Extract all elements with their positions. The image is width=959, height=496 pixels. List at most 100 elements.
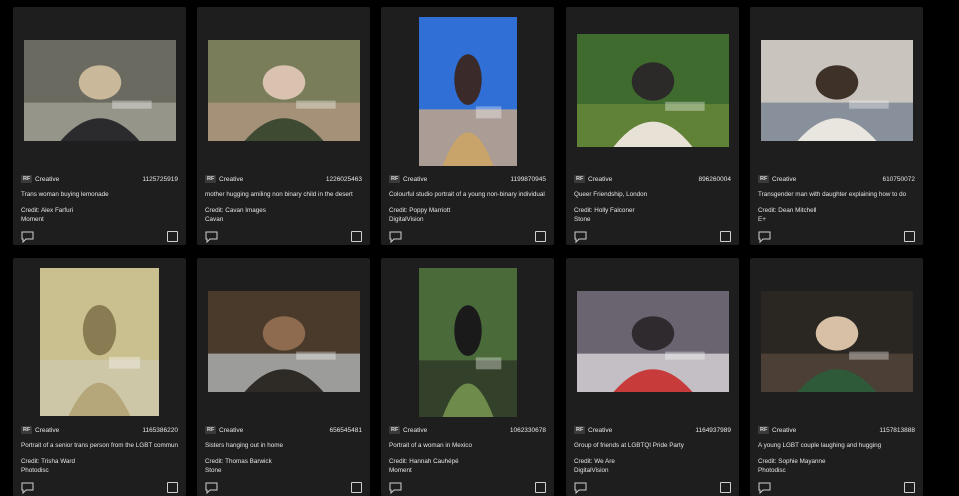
result-meta: RF Creative 896260004 — [574, 174, 731, 186]
select-checkbox[interactable] — [535, 482, 546, 493]
image-caption[interactable]: Group of friends at LGBTQI Pride Party — [574, 442, 731, 449]
result-thumbnail[interactable] — [419, 268, 517, 417]
result-thumbnail[interactable] — [577, 291, 729, 392]
image-caption[interactable]: mother hugging amiling non binary child … — [205, 191, 362, 198]
image-credit: Credit: Thomas Barwick — [205, 458, 272, 465]
result-meta: RF Creative 1164937989 — [574, 425, 731, 437]
comment-icon[interactable] — [205, 230, 218, 244]
result-card[interactable]: RF Creative 1164937989 Group of friends at … — [566, 258, 739, 496]
image-credit: Credit: Holly Falconer — [574, 207, 635, 214]
image-collection: Moment — [21, 216, 44, 223]
image-id: 1165386220 — [142, 427, 178, 434]
select-checkbox[interactable] — [904, 231, 915, 242]
comment-icon[interactable] — [574, 230, 587, 244]
image-caption[interactable]: Colourful studio portrait of a young non… — [389, 191, 546, 198]
license-badge: RF — [205, 175, 217, 183]
comment-icon[interactable] — [205, 481, 218, 495]
image-collection: Photodisc — [21, 467, 49, 474]
select-checkbox[interactable] — [351, 231, 362, 242]
photo-couple-hugging — [761, 291, 913, 392]
result-meta: RF Creative 1199870945 — [389, 174, 546, 186]
license-badge: RF — [21, 175, 33, 183]
result-thumbnail[interactable] — [208, 40, 360, 141]
photo-friends-pride-party — [577, 291, 729, 392]
photo-man-daughter-sofa — [761, 40, 913, 141]
image-id: 610750072 — [882, 176, 915, 183]
image-id: 1062330678 — [509, 427, 546, 434]
result-meta: RF Creative 1125725919 — [21, 174, 178, 186]
result-card[interactable]: RF Creative 1157813888 A young LGBT couple … — [750, 258, 923, 496]
select-checkbox[interactable] — [720, 482, 731, 493]
result-thumbnail[interactable] — [40, 268, 159, 416]
asset-type: Creative — [588, 176, 613, 183]
result-thumbnail[interactable] — [761, 291, 913, 392]
result-thumbnail[interactable] — [577, 34, 729, 147]
asset-type: Creative — [588, 427, 613, 434]
license-badge: RF — [389, 175, 401, 183]
comment-icon[interactable] — [21, 230, 34, 244]
result-card[interactable]: RF Creative 1199870945 Colourful studio por… — [381, 7, 554, 245]
image-caption[interactable]: Queer Friendship, London — [574, 191, 731, 198]
result-thumbnail[interactable] — [24, 40, 176, 141]
result-meta: RF Creative 1157813888 — [758, 425, 915, 437]
result-meta: RF Creative 1226025463 — [205, 174, 362, 186]
result-card[interactable]: RF Creative 896260004 Queer Friendship, Lon… — [566, 7, 739, 245]
asset-type: Creative — [35, 176, 60, 183]
photo-sisters-home-interior — [208, 291, 360, 392]
image-caption[interactable]: Sisters hanging out in home — [205, 442, 362, 449]
license-badge: RF — [758, 175, 770, 183]
result-card[interactable]: RF Creative 610750072 Transgender man with … — [750, 7, 923, 245]
asset-type: Creative — [772, 176, 797, 183]
select-checkbox[interactable] — [351, 482, 362, 493]
image-id: 1226025463 — [325, 176, 362, 183]
select-checkbox[interactable] — [167, 482, 178, 493]
comment-icon[interactable] — [21, 481, 34, 495]
license-badge: RF — [205, 426, 217, 434]
photo-friends-lying-grass — [577, 34, 729, 147]
image-caption[interactable]: Portrait of a senior trans person from t… — [21, 442, 178, 449]
result-card[interactable]: RF Creative 1125725919 Trans woman buying l… — [13, 7, 186, 245]
asset-type: Creative — [219, 427, 244, 434]
select-checkbox[interactable] — [720, 231, 731, 242]
image-credit: Credit: Dean Mitchell — [758, 207, 817, 214]
comment-icon[interactable] — [574, 481, 587, 495]
comment-icon[interactable] — [389, 230, 402, 244]
result-card[interactable]: RF Creative 1165386220 Portrait of a senior… — [13, 258, 186, 496]
image-caption[interactable]: A young LGBT couple laughing and hugging — [758, 442, 915, 449]
comment-icon[interactable] — [389, 481, 402, 495]
image-credit: Credit: Cavan Images — [205, 207, 266, 214]
comment-icon[interactable] — [758, 230, 771, 244]
image-collection: Stone — [205, 467, 222, 474]
image-caption[interactable]: Transgender man with daughter explaining… — [758, 191, 915, 198]
asset-type: Creative — [403, 427, 428, 434]
result-meta: RF Creative 1062330678 — [389, 425, 546, 437]
image-id: 1157813888 — [879, 427, 915, 434]
image-caption[interactable]: Portrait of a woman in Mexico — [389, 442, 546, 449]
select-checkbox[interactable] — [535, 231, 546, 242]
result-thumbnail[interactable] — [208, 291, 360, 392]
image-credit: Credit: Trisha Ward — [21, 458, 76, 465]
asset-type: Creative — [219, 176, 244, 183]
image-caption[interactable]: Trans woman buying lemonade — [21, 191, 178, 198]
result-card[interactable]: RF Creative 656545481 Sisters hanging out i… — [197, 258, 370, 496]
photo-woman-curly-hair — [419, 268, 517, 417]
image-credit: Credit: Alex Farfuri — [21, 207, 74, 214]
image-credit: Credit: Sophie Mayanne — [758, 458, 826, 465]
select-checkbox[interactable] — [904, 482, 915, 493]
image-id: 1125725919 — [142, 176, 178, 183]
result-card[interactable]: RF Creative 1062330678 Portrait of a woman … — [381, 258, 554, 496]
photo-portrait-blue-background — [419, 17, 517, 166]
image-credit: Credit: We Are — [574, 458, 615, 465]
image-id: 656545481 — [329, 427, 362, 434]
result-thumbnail[interactable] — [761, 40, 913, 141]
result-card[interactable]: RF Creative 1226025463 mother hugging amili… — [197, 7, 370, 245]
image-id: 1199870945 — [510, 176, 546, 183]
select-checkbox[interactable] — [167, 231, 178, 242]
image-collection: Photodisc — [758, 467, 786, 474]
comment-icon[interactable] — [758, 481, 771, 495]
result-thumbnail[interactable] — [419, 17, 517, 166]
asset-type: Creative — [403, 176, 428, 183]
image-id: 896260004 — [698, 176, 731, 183]
photo-senior-portrait — [40, 268, 159, 416]
license-badge: RF — [21, 426, 33, 434]
